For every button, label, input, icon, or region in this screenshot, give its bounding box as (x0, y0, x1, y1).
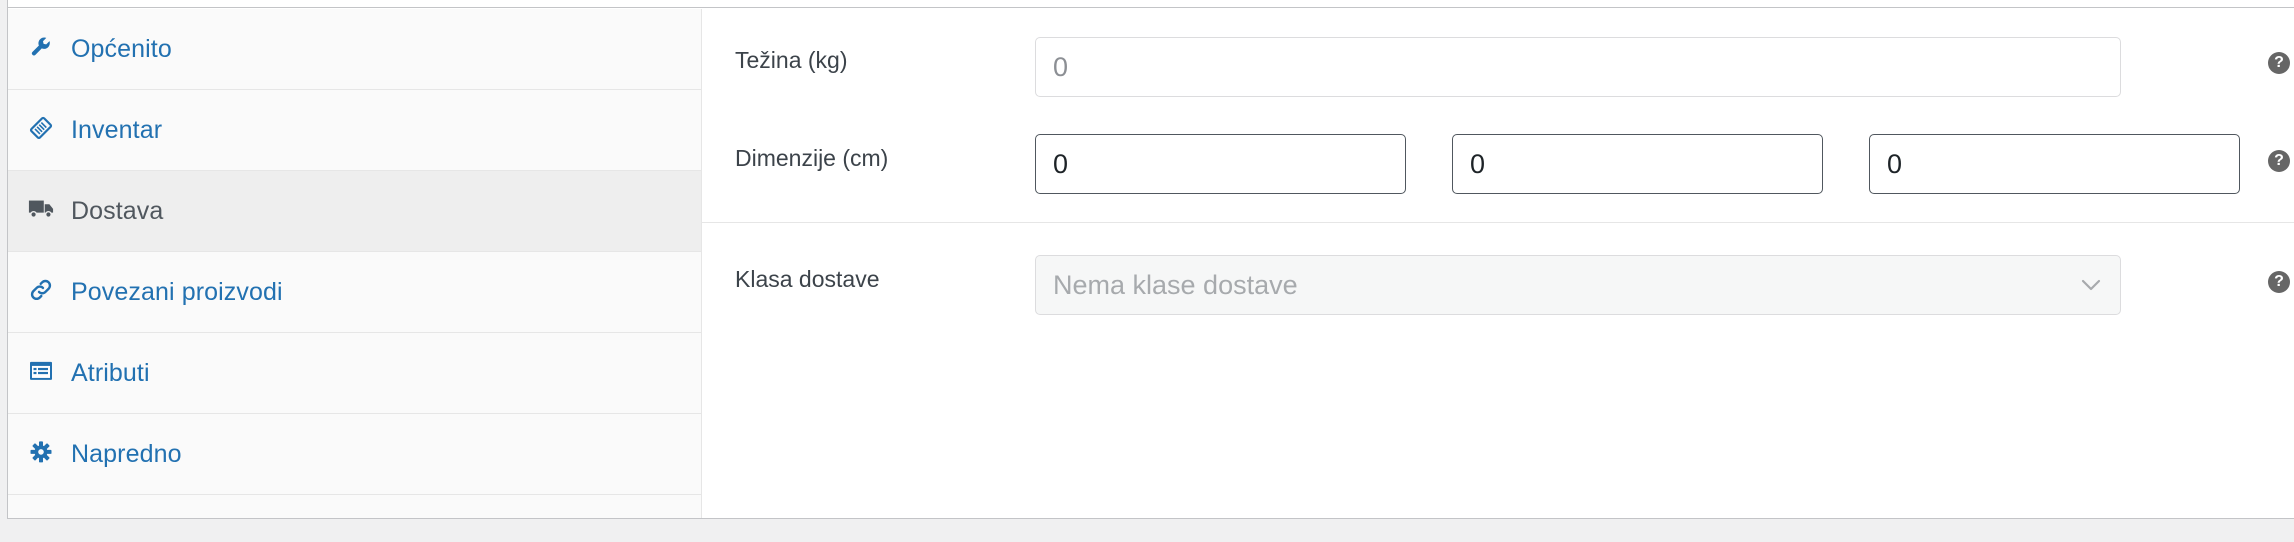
tab-attributes-label: Atributi (71, 358, 150, 387)
gear-icon (28, 439, 54, 465)
tab-general[interactable]: Općenito (8, 9, 701, 90)
tab-advanced[interactable]: Napredno (8, 414, 701, 495)
panel-top-border (8, 7, 2294, 8)
width-input[interactable] (1452, 134, 1823, 194)
wrench-icon (28, 34, 54, 60)
length-input[interactable] (1035, 134, 1406, 194)
dimensions-help-icon[interactable]: ? (2268, 150, 2290, 172)
link-icon (28, 277, 54, 303)
shipping-class-value: Nema klase dostave (1053, 269, 1298, 300)
shipping-class-help-icon[interactable]: ? (2268, 271, 2290, 293)
tag-icon (28, 115, 54, 141)
shipping-class-label: Klasa dostave (735, 266, 880, 292)
tab-linked-products[interactable]: Povezani proizvodi (8, 252, 701, 333)
shipping-class-select[interactable]: Nema klase dostave (1035, 255, 2121, 315)
tab-linked-products-label: Povezani proizvodi (71, 277, 283, 306)
tab-inventory-label: Inventar (71, 115, 163, 144)
tab-general-label: Općenito (71, 34, 172, 63)
tab-inventory[interactable]: Inventar (8, 90, 701, 171)
tab-shipping[interactable]: Dostava (8, 171, 701, 252)
height-input[interactable] (1869, 134, 2240, 194)
weight-input[interactable] (1035, 37, 2121, 97)
shipping-options: Težina (kg) ? Dimenzije (cm) ? Klasa dos… (702, 9, 2294, 518)
product-data-panel: Općenito Inventar Dostava Povezani proiz… (7, 0, 2294, 519)
dimensions-label: Dimenzije (cm) (735, 145, 889, 171)
tab-advanced-label: Napredno (71, 439, 182, 468)
section-divider (702, 222, 2294, 223)
tab-attributes[interactable]: Atributi (8, 333, 701, 414)
chevron-down-icon (2081, 279, 2101, 291)
truck-icon (28, 196, 54, 222)
weight-help-icon[interactable]: ? (2268, 52, 2290, 74)
product-data-tabs: Općenito Inventar Dostava Povezani proiz… (8, 9, 702, 518)
tab-shipping-label: Dostava (71, 196, 164, 225)
weight-label: Težina (kg) (735, 47, 848, 73)
list-view-icon (28, 358, 54, 384)
